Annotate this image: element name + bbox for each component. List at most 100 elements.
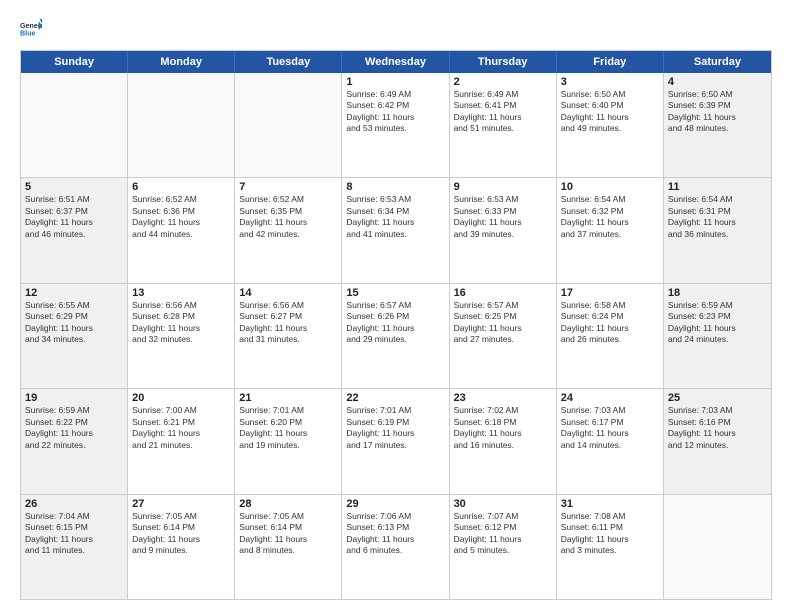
svg-text:Blue: Blue xyxy=(20,30,36,38)
cal-cell: 29Sunrise: 7:06 AM Sunset: 6:13 PM Dayli… xyxy=(342,495,449,599)
cal-cell: 5Sunrise: 6:51 AM Sunset: 6:37 PM Daylig… xyxy=(21,178,128,282)
day-info: Sunrise: 6:54 AM Sunset: 6:32 PM Dayligh… xyxy=(561,194,659,240)
day-info: Sunrise: 7:01 AM Sunset: 6:20 PM Dayligh… xyxy=(239,405,337,451)
logo-icon: General Blue xyxy=(20,18,42,40)
cal-cell xyxy=(664,495,771,599)
day-info: Sunrise: 6:57 AM Sunset: 6:25 PM Dayligh… xyxy=(454,300,552,346)
calendar-header: SundayMondayTuesdayWednesdayThursdayFrid… xyxy=(21,51,771,73)
day-info: Sunrise: 7:01 AM Sunset: 6:19 PM Dayligh… xyxy=(346,405,444,451)
cal-cell: 6Sunrise: 6:52 AM Sunset: 6:36 PM Daylig… xyxy=(128,178,235,282)
cal-cell: 8Sunrise: 6:53 AM Sunset: 6:34 PM Daylig… xyxy=(342,178,449,282)
cal-cell: 14Sunrise: 6:56 AM Sunset: 6:27 PM Dayli… xyxy=(235,284,342,388)
cal-cell: 1Sunrise: 6:49 AM Sunset: 6:42 PM Daylig… xyxy=(342,73,449,177)
cal-cell xyxy=(128,73,235,177)
cal-row: 19Sunrise: 6:59 AM Sunset: 6:22 PM Dayli… xyxy=(21,388,771,493)
cal-header-cell: Sunday xyxy=(21,51,128,73)
day-number: 21 xyxy=(239,392,337,404)
cal-header-cell: Friday xyxy=(557,51,664,73)
day-info: Sunrise: 6:57 AM Sunset: 6:26 PM Dayligh… xyxy=(346,300,444,346)
day-number: 6 xyxy=(132,181,230,193)
day-info: Sunrise: 6:51 AM Sunset: 6:37 PM Dayligh… xyxy=(25,194,123,240)
cal-header-cell: Thursday xyxy=(450,51,557,73)
day-info: Sunrise: 6:56 AM Sunset: 6:28 PM Dayligh… xyxy=(132,300,230,346)
cal-cell: 11Sunrise: 6:54 AM Sunset: 6:31 PM Dayli… xyxy=(664,178,771,282)
day-info: Sunrise: 6:54 AM Sunset: 6:31 PM Dayligh… xyxy=(668,194,767,240)
day-info: Sunrise: 6:53 AM Sunset: 6:34 PM Dayligh… xyxy=(346,194,444,240)
day-info: Sunrise: 6:50 AM Sunset: 6:39 PM Dayligh… xyxy=(668,89,767,135)
day-info: Sunrise: 6:59 AM Sunset: 6:23 PM Dayligh… xyxy=(668,300,767,346)
day-info: Sunrise: 6:52 AM Sunset: 6:36 PM Dayligh… xyxy=(132,194,230,240)
day-number: 22 xyxy=(346,392,444,404)
calendar-body: 1Sunrise: 6:49 AM Sunset: 6:42 PM Daylig… xyxy=(21,73,771,599)
cal-row: 5Sunrise: 6:51 AM Sunset: 6:37 PM Daylig… xyxy=(21,177,771,282)
cal-cell: 30Sunrise: 7:07 AM Sunset: 6:12 PM Dayli… xyxy=(450,495,557,599)
day-number: 17 xyxy=(561,287,659,299)
day-info: Sunrise: 7:02 AM Sunset: 6:18 PM Dayligh… xyxy=(454,405,552,451)
day-number: 7 xyxy=(239,181,337,193)
day-number: 30 xyxy=(454,498,552,510)
cal-header-cell: Monday xyxy=(128,51,235,73)
day-info: Sunrise: 6:52 AM Sunset: 6:35 PM Dayligh… xyxy=(239,194,337,240)
day-number: 27 xyxy=(132,498,230,510)
cal-cell: 20Sunrise: 7:00 AM Sunset: 6:21 PM Dayli… xyxy=(128,389,235,493)
cal-cell: 16Sunrise: 6:57 AM Sunset: 6:25 PM Dayli… xyxy=(450,284,557,388)
day-info: Sunrise: 6:53 AM Sunset: 6:33 PM Dayligh… xyxy=(454,194,552,240)
cal-cell: 23Sunrise: 7:02 AM Sunset: 6:18 PM Dayli… xyxy=(450,389,557,493)
day-info: Sunrise: 7:04 AM Sunset: 6:15 PM Dayligh… xyxy=(25,511,123,557)
cal-cell: 13Sunrise: 6:56 AM Sunset: 6:28 PM Dayli… xyxy=(128,284,235,388)
cal-cell: 4Sunrise: 6:50 AM Sunset: 6:39 PM Daylig… xyxy=(664,73,771,177)
day-info: Sunrise: 7:03 AM Sunset: 6:16 PM Dayligh… xyxy=(668,405,767,451)
cal-cell: 31Sunrise: 7:08 AM Sunset: 6:11 PM Dayli… xyxy=(557,495,664,599)
logo: General Blue xyxy=(20,18,46,40)
day-number: 20 xyxy=(132,392,230,404)
header: General Blue xyxy=(20,18,772,40)
day-number: 24 xyxy=(561,392,659,404)
cal-cell: 12Sunrise: 6:55 AM Sunset: 6:29 PM Dayli… xyxy=(21,284,128,388)
cal-cell: 22Sunrise: 7:01 AM Sunset: 6:19 PM Dayli… xyxy=(342,389,449,493)
day-number: 13 xyxy=(132,287,230,299)
cal-header-cell: Saturday xyxy=(664,51,771,73)
cal-row: 1Sunrise: 6:49 AM Sunset: 6:42 PM Daylig… xyxy=(21,73,771,177)
day-number: 23 xyxy=(454,392,552,404)
day-number: 14 xyxy=(239,287,337,299)
cal-cell: 21Sunrise: 7:01 AM Sunset: 6:20 PM Dayli… xyxy=(235,389,342,493)
day-info: Sunrise: 6:49 AM Sunset: 6:42 PM Dayligh… xyxy=(346,89,444,135)
cal-cell xyxy=(21,73,128,177)
cal-cell: 27Sunrise: 7:05 AM Sunset: 6:14 PM Dayli… xyxy=(128,495,235,599)
cal-header-cell: Wednesday xyxy=(342,51,449,73)
cal-row: 12Sunrise: 6:55 AM Sunset: 6:29 PM Dayli… xyxy=(21,283,771,388)
day-info: Sunrise: 7:06 AM Sunset: 6:13 PM Dayligh… xyxy=(346,511,444,557)
cal-cell xyxy=(235,73,342,177)
cal-header-cell: Tuesday xyxy=(235,51,342,73)
day-info: Sunrise: 6:55 AM Sunset: 6:29 PM Dayligh… xyxy=(25,300,123,346)
day-number: 1 xyxy=(346,76,444,88)
day-number: 16 xyxy=(454,287,552,299)
cal-cell: 24Sunrise: 7:03 AM Sunset: 6:17 PM Dayli… xyxy=(557,389,664,493)
day-info: Sunrise: 7:08 AM Sunset: 6:11 PM Dayligh… xyxy=(561,511,659,557)
day-number: 19 xyxy=(25,392,123,404)
day-number: 3 xyxy=(561,76,659,88)
cal-cell: 7Sunrise: 6:52 AM Sunset: 6:35 PM Daylig… xyxy=(235,178,342,282)
day-info: Sunrise: 6:56 AM Sunset: 6:27 PM Dayligh… xyxy=(239,300,337,346)
cal-row: 26Sunrise: 7:04 AM Sunset: 6:15 PM Dayli… xyxy=(21,494,771,599)
day-info: Sunrise: 6:50 AM Sunset: 6:40 PM Dayligh… xyxy=(561,89,659,135)
cal-cell: 3Sunrise: 6:50 AM Sunset: 6:40 PM Daylig… xyxy=(557,73,664,177)
day-number: 11 xyxy=(668,181,767,193)
cal-cell: 17Sunrise: 6:58 AM Sunset: 6:24 PM Dayli… xyxy=(557,284,664,388)
cal-cell: 18Sunrise: 6:59 AM Sunset: 6:23 PM Dayli… xyxy=(664,284,771,388)
day-number: 12 xyxy=(25,287,123,299)
day-number: 10 xyxy=(561,181,659,193)
day-number: 9 xyxy=(454,181,552,193)
cal-cell: 19Sunrise: 6:59 AM Sunset: 6:22 PM Dayli… xyxy=(21,389,128,493)
day-info: Sunrise: 7:07 AM Sunset: 6:12 PM Dayligh… xyxy=(454,511,552,557)
cal-cell: 2Sunrise: 6:49 AM Sunset: 6:41 PM Daylig… xyxy=(450,73,557,177)
cal-cell: 26Sunrise: 7:04 AM Sunset: 6:15 PM Dayli… xyxy=(21,495,128,599)
cal-cell: 28Sunrise: 7:05 AM Sunset: 6:14 PM Dayli… xyxy=(235,495,342,599)
day-info: Sunrise: 7:05 AM Sunset: 6:14 PM Dayligh… xyxy=(239,511,337,557)
day-info: Sunrise: 7:05 AM Sunset: 6:14 PM Dayligh… xyxy=(132,511,230,557)
day-info: Sunrise: 7:00 AM Sunset: 6:21 PM Dayligh… xyxy=(132,405,230,451)
day-number: 8 xyxy=(346,181,444,193)
cal-cell: 9Sunrise: 6:53 AM Sunset: 6:33 PM Daylig… xyxy=(450,178,557,282)
day-number: 26 xyxy=(25,498,123,510)
cal-cell: 15Sunrise: 6:57 AM Sunset: 6:26 PM Dayli… xyxy=(342,284,449,388)
